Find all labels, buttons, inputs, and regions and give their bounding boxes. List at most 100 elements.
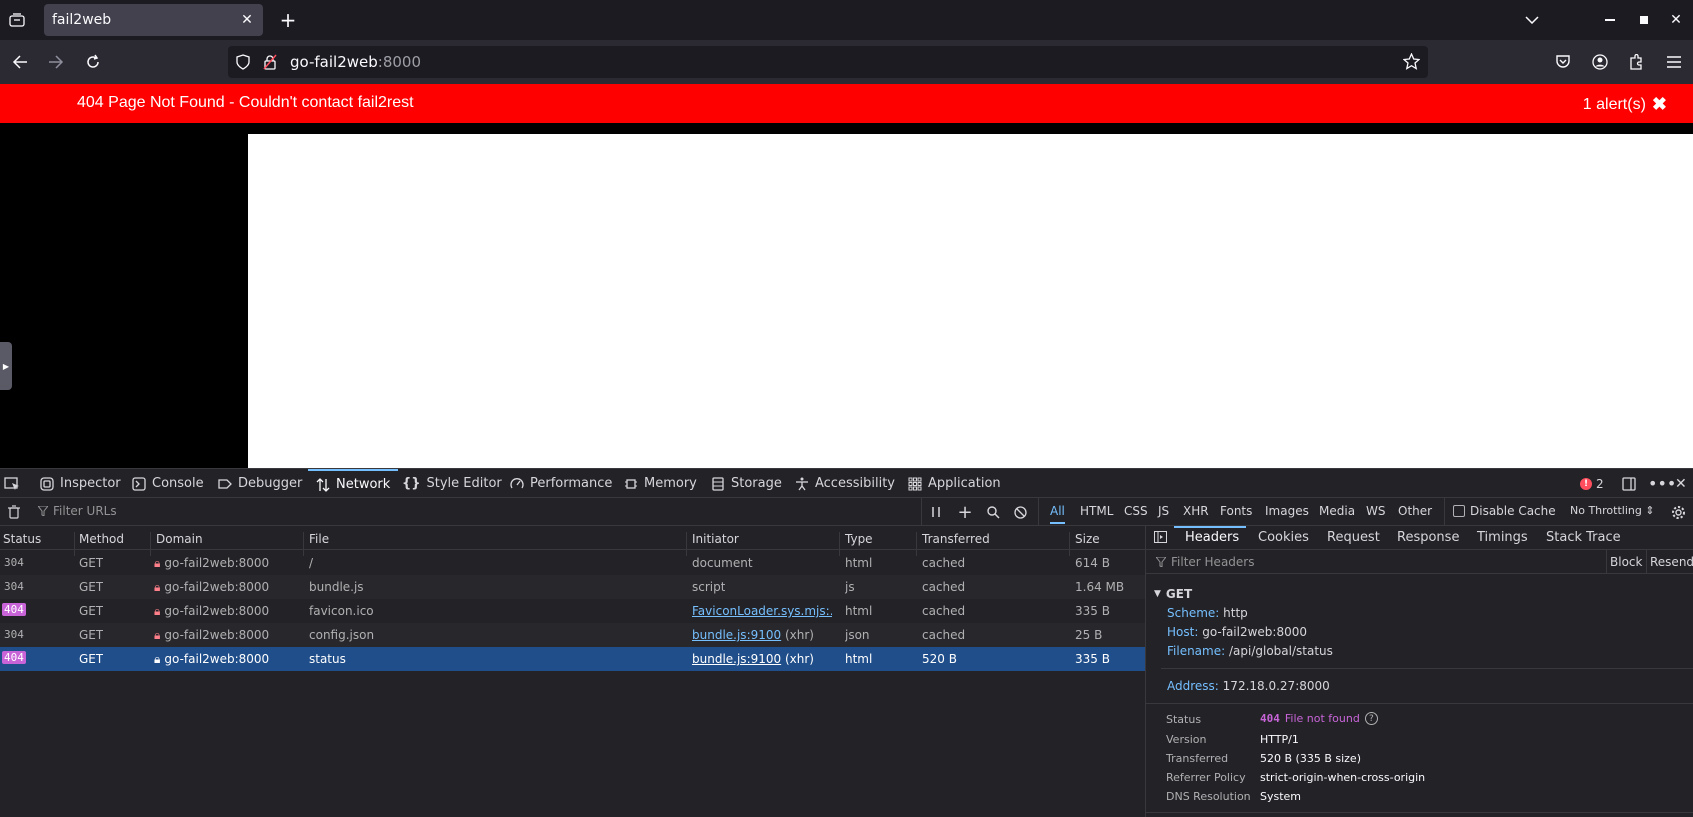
filter-headers-input[interactable]: Filter Headers	[1156, 555, 1254, 569]
row-initiator-suffix: (xhr)	[781, 652, 814, 666]
filter-type-other[interactable]: Other	[1398, 504, 1432, 518]
tab-network[interactable]: Network	[308, 469, 399, 498]
row-file: /	[309, 556, 314, 570]
filter-type-fonts[interactable]: Fonts	[1220, 504, 1252, 518]
table-row[interactable]: 304 GET 🔒︎ go-fail2web:8000 / document ht…	[0, 551, 1145, 575]
col-size[interactable]: Size	[1075, 532, 1100, 546]
tab-performance[interactable]: Performance	[510, 469, 612, 498]
col-status[interactable]: Status	[3, 532, 41, 546]
tab-accessibility[interactable]: Accessibility	[795, 469, 895, 498]
table-row[interactable]: 304 GET 🔒︎ go-fail2web:8000 bundle.js scr…	[0, 575, 1145, 599]
filter-type-media[interactable]: Media	[1319, 504, 1355, 518]
tab-stack-trace[interactable]: Stack Trace	[1546, 530, 1621, 545]
alert-count[interactable]: 1 alert(s) ✖	[1583, 94, 1667, 115]
filter-type-js[interactable]: JS	[1158, 504, 1169, 518]
maximize-icon[interactable]	[1632, 8, 1656, 32]
tab-inspector[interactable]: Inspector	[40, 469, 121, 498]
row-transferred: 520 B	[922, 652, 957, 666]
filter-type-html[interactable]: HTML	[1080, 504, 1113, 518]
shield-icon[interactable]	[236, 54, 250, 74]
back-arrow-icon[interactable]	[8, 50, 32, 74]
filter-headers-placeholder: Filter Headers	[1171, 555, 1255, 569]
tab-storage[interactable]: Storage	[711, 469, 782, 498]
toggle-panel-icon[interactable]	[1154, 531, 1167, 547]
row-status: 404	[2, 651, 26, 664]
sidebar-expand-handle-icon[interactable]: ▶	[0, 342, 12, 390]
bookmark-star-icon[interactable]	[1402, 52, 1421, 74]
col-file[interactable]: File	[309, 532, 329, 546]
disable-cache-checkbox[interactable]: Disable Cache	[1453, 504, 1556, 518]
dock-side-icon[interactable]	[1622, 469, 1636, 498]
devtools-close-icon[interactable]: ✕	[1675, 469, 1687, 498]
filter-type-all[interactable]: All	[1050, 504, 1065, 524]
tab-memory[interactable]: Memory	[624, 469, 697, 498]
reload-icon[interactable]	[81, 50, 105, 74]
row-initiator-link[interactable]: bundle.js:9100	[692, 652, 781, 666]
row-file: config.json	[309, 628, 375, 642]
pocket-icon[interactable]	[1551, 50, 1575, 74]
col-domain[interactable]: Domain	[156, 532, 203, 546]
filter-type-xhr[interactable]: XHR	[1183, 504, 1209, 518]
row-domain-text: go-fail2web:8000	[164, 604, 270, 618]
search-icon[interactable]	[983, 502, 1003, 522]
row-initiator-link[interactable]: bundle.js:9100	[692, 628, 781, 642]
add-request-icon[interactable]: +	[955, 502, 975, 523]
resend-button[interactable]: Resend	[1650, 555, 1693, 569]
address-bar[interactable]: go-fail2web:8000	[228, 46, 1428, 78]
tab-request[interactable]: Request	[1327, 530, 1380, 545]
new-tab-icon[interactable]: +	[276, 8, 300, 32]
account-icon[interactable]	[1588, 50, 1612, 74]
forward-arrow-icon[interactable]	[44, 50, 68, 74]
table-row[interactable]: 304 GET 🔒︎ go-fail2web:8000 config.json b…	[0, 623, 1145, 647]
table-row[interactable]: 404 GET 🔒︎ go-fail2web:8000 favicon.ico F…	[0, 599, 1145, 623]
row-initiator-suffix: (xhr)	[781, 628, 814, 642]
more-options-icon[interactable]: •••	[1648, 469, 1676, 498]
col-transferred[interactable]: Transferred	[922, 532, 990, 546]
row-method: GET	[79, 556, 104, 570]
tab-response[interactable]: Response	[1397, 530, 1459, 545]
insecure-lock-icon: 🔒︎	[154, 556, 161, 570]
filter-icon	[38, 506, 48, 516]
block-button[interactable]: Block	[1610, 555, 1642, 569]
tab-console[interactable]: Console	[132, 469, 204, 498]
chevron-down-icon[interactable]	[1520, 8, 1544, 32]
tab-application[interactable]: Application	[908, 469, 1001, 498]
error-count-badge[interactable]: ! 2	[1580, 469, 1604, 498]
tab-label: Debugger	[238, 476, 303, 491]
tab-close-icon[interactable]: ✕	[239, 12, 255, 28]
filter-type-css[interactable]: CSS	[1124, 504, 1148, 518]
triangle-down-icon: ▼	[1154, 589, 1161, 599]
help-icon[interactable]: ?	[1364, 712, 1378, 725]
tab-list-icon[interactable]	[4, 8, 30, 32]
block-requests-icon[interactable]	[1010, 502, 1030, 522]
tab-cookies[interactable]: Cookies	[1258, 530, 1309, 545]
tab-style-editor[interactable]: {} Style Editor	[402, 469, 502, 498]
table-row-selected[interactable]: 404 GET 🔒︎ go-fail2web:8000 status bundle…	[0, 647, 1145, 671]
minimize-icon[interactable]	[1598, 8, 1622, 32]
insecure-lock-icon: 🔒︎	[154, 580, 161, 594]
browser-tab-active[interactable]: fail2web ✕	[44, 4, 263, 36]
tab-timings[interactable]: Timings	[1477, 530, 1528, 545]
tab-debugger[interactable]: Debugger	[218, 469, 302, 498]
filter-type-ws[interactable]: WS	[1366, 504, 1385, 518]
filter-urls-input[interactable]: Filter URLs	[38, 504, 117, 518]
request-summary-toggle[interactable]: ▼ GET	[1154, 587, 1192, 601]
transferred-value: 520 B (335 B size)	[1260, 752, 1361, 765]
filter-type-images[interactable]: Images	[1265, 504, 1309, 518]
row-initiator-link[interactable]: FaviconLoader.sys.mjs:...	[692, 604, 832, 618]
alert-dismiss-icon[interactable]: ✖	[1652, 94, 1667, 115]
hamburger-menu-icon[interactable]	[1662, 50, 1686, 74]
extensions-icon[interactable]	[1624, 50, 1648, 74]
insecure-lock-icon[interactable]	[263, 54, 277, 74]
col-method[interactable]: Method	[79, 532, 124, 546]
col-type[interactable]: Type	[845, 532, 873, 546]
trash-icon[interactable]	[4, 502, 24, 522]
pause-icon[interactable]	[926, 502, 946, 522]
settings-gear-icon[interactable]	[1668, 502, 1688, 522]
window-close-icon[interactable]: ✕	[1664, 8, 1688, 32]
col-initiator[interactable]: Initiator	[692, 532, 739, 546]
row-domain: 🔒︎ go-fail2web:8000	[154, 604, 269, 619]
throttling-select[interactable]: No Throttling ⇕	[1570, 504, 1655, 517]
element-picker-icon[interactable]	[4, 469, 20, 498]
tab-headers[interactable]: Headers	[1185, 530, 1239, 545]
